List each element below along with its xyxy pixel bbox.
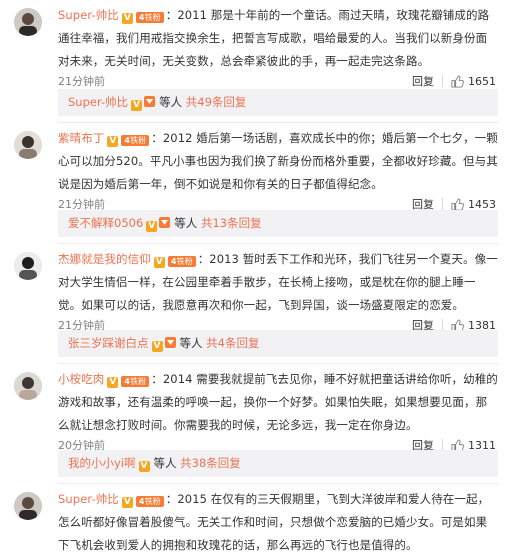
reply-button[interactable]: 回复 xyxy=(412,73,434,89)
vip-icon xyxy=(164,331,176,358)
comment-text: Super-帅比 V 4铁粉 ：2011 那是十年前的一个童话。雨过天晴，玫瑰花瓣铺成… xyxy=(58,4,498,73)
subreply-summary[interactable]: 爱不解释0506 V 等人 共13条回复 xyxy=(58,210,498,237)
divider xyxy=(58,243,498,244)
divider xyxy=(58,483,498,484)
subreply-etc: 等人 xyxy=(179,336,203,350)
fan-badge: 4铁粉 xyxy=(135,496,164,507)
subreply-summary[interactable]: 张三岁踩谢白点 V 等人 共4条回复 xyxy=(58,330,498,357)
fan-badge: 4铁粉 xyxy=(167,256,196,267)
comment-text: 杰娜就是我的信仰 V 4铁粉 ：2013 暂时丢下工作和光环，我们飞往另一个夏天。像一… xyxy=(58,248,498,317)
avatar[interactable] xyxy=(14,492,42,520)
comment-time: 21分钟前 xyxy=(58,75,105,88)
subreply-summary[interactable]: 我的小小yi啊 V 等人 共38条回复 xyxy=(58,450,498,477)
thumbs-up-icon xyxy=(451,197,464,211)
subreply-author[interactable]: 张三岁踩谢白点 xyxy=(68,336,149,350)
verified-v-icon: V xyxy=(146,221,158,232)
subreply-etc: 等人 xyxy=(174,216,198,230)
verified-v-icon: V xyxy=(121,13,133,24)
subreply-author[interactable]: 我的小小yi啊 xyxy=(68,456,136,470)
verified-v-icon: V xyxy=(153,257,165,268)
comment-body: 小桉吃肉 V 4铁粉 ：2014 需要我就提前飞去见你，睡不好就把童话讲给你听，幼稚的… xyxy=(58,368,498,455)
comment-text: 紫晴布丁 V 4铁粉 ：2012 婚后第一场话剧，喜欢成长中的你；婚后第一个七夕，一颗… xyxy=(58,127,498,196)
verified-v-icon: V xyxy=(107,377,119,388)
fan-badge: 4铁粉 xyxy=(135,12,164,23)
vip-icon xyxy=(159,211,171,238)
like-count: 1651 xyxy=(468,74,496,88)
comment-body: 杰娜就是我的信仰 V 4铁粉 ：2013 暂时丢下工作和光环，我们飞往另一个夏天。像一… xyxy=(58,248,498,335)
fan-badge-label: 铁粉 xyxy=(144,13,161,22)
avatar[interactable] xyxy=(14,131,42,159)
fan-badge-label: 铁粉 xyxy=(144,497,161,506)
fan-badge: 4铁粉 xyxy=(121,135,150,146)
comment-body: Super-帅比 V 4铁粉 ：2011 那是十年前的一个童话。雨过天晴，玫瑰花瓣铺成… xyxy=(58,4,498,91)
comment-actions: 回复 1651 xyxy=(412,73,496,89)
subreply-count-link[interactable]: 共4条回复 xyxy=(206,336,259,350)
vip-icon xyxy=(144,90,156,117)
comment-author[interactable]: Super-帅比 xyxy=(58,8,119,22)
subreply-author[interactable]: 爱不解释0506 xyxy=(68,216,143,230)
subreply-count-link[interactable]: 共38条回复 xyxy=(180,456,241,470)
like-count: 1453 xyxy=(468,197,496,211)
like-button[interactable]: 1453 xyxy=(451,198,496,211)
comment-text: 小桉吃肉 V 4铁粉 ：2014 需要我就提前飞去见你，睡不好就把童话讲给你听，幼稚的… xyxy=(58,368,498,437)
comment-body: 紫晴布丁 V 4铁粉 ：2012 婚后第一场话剧，喜欢成长中的你；婚后第一个七夕，一颗… xyxy=(58,127,498,214)
verified-v-icon: V xyxy=(121,497,133,508)
comment-author[interactable]: 杰娜就是我的信仰 xyxy=(58,252,151,266)
comment-author[interactable]: 小桉吃肉 xyxy=(58,372,104,386)
subreply-author[interactable]: Super-帅比 xyxy=(68,95,128,109)
fan-badge-label: 铁粉 xyxy=(130,136,147,145)
subreply-etc: 等人 xyxy=(159,95,183,109)
comment-text: Super-帅比 V 4铁粉 ：2015 在仅有的三天假期里，飞到大洋彼岸和爱人待在一… xyxy=(58,488,498,557)
subreply-summary[interactable]: Super-帅比 V 等人 共49条回复 xyxy=(58,89,498,116)
comment-feed: Super-帅比 V 4铁粉 ：2011 那是十年前的一个童话。雨过天晴，玫瑰花瓣铺成… xyxy=(0,0,506,552)
comment-body: Super-帅比 V 4铁粉 ：2015 在仅有的三天假期里，飞到大洋彼岸和爱人待在一… xyxy=(58,488,498,557)
divider xyxy=(442,75,443,87)
subreply-count-link[interactable]: 共13条回复 xyxy=(201,216,262,230)
fan-badge-label: 铁粉 xyxy=(130,377,147,386)
comment-author[interactable]: Super-帅比 xyxy=(58,492,119,506)
like-button[interactable]: 1651 xyxy=(451,75,496,88)
verified-v-icon: V xyxy=(151,341,163,352)
divider xyxy=(58,122,498,123)
verified-v-icon: V xyxy=(107,136,119,147)
subreply-etc: 等人 xyxy=(153,456,177,470)
subreply-count-link[interactable]: 共49条回复 xyxy=(186,95,247,109)
verified-v-icon: V xyxy=(131,100,143,111)
avatar[interactable] xyxy=(14,372,42,400)
fan-badge: 4铁粉 xyxy=(121,376,150,387)
thumbs-up-icon xyxy=(451,74,464,88)
verified-v-icon: V xyxy=(138,461,150,472)
comment-author[interactable]: 紫晴布丁 xyxy=(58,131,104,145)
fan-badge-label: 铁粉 xyxy=(176,257,193,266)
avatar[interactable] xyxy=(14,252,42,280)
divider xyxy=(442,198,443,210)
divider xyxy=(58,363,498,364)
avatar[interactable] xyxy=(14,8,42,36)
